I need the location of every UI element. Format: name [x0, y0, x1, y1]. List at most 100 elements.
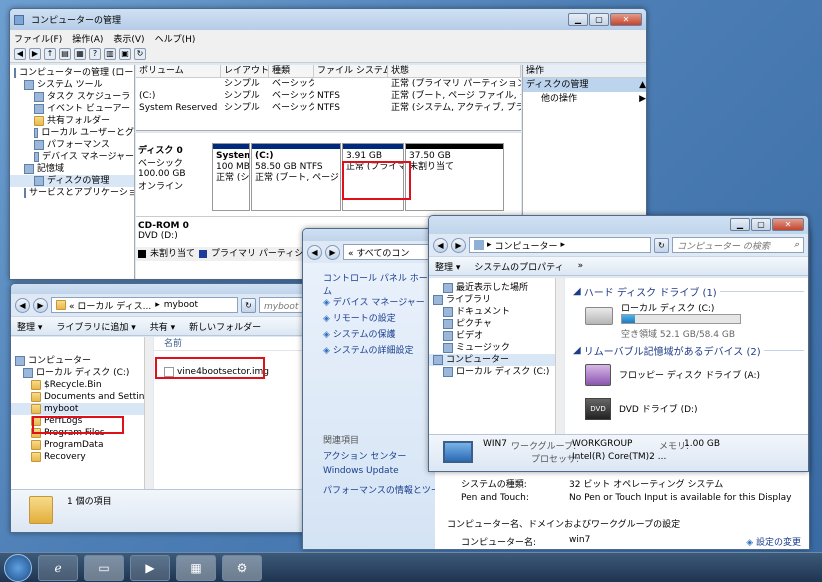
partition-block[interactable]: System100 MB正常 (シ — [212, 143, 250, 211]
tree-item[interactable]: myboot — [11, 403, 152, 415]
partition-block[interactable]: 37.50 GB 未割り当て — [405, 143, 504, 211]
tree-item[interactable]: 最近表示した場所 — [429, 282, 563, 294]
tree-item[interactable]: ディスクの管理 — [10, 175, 134, 187]
command-button[interactable]: 新しいフォルダー — [189, 320, 261, 333]
refresh-button[interactable]: ↻ — [654, 237, 669, 253]
back-button[interactable]: ◀ — [433, 237, 448, 253]
related-link[interactable]: Windows Update — [323, 466, 435, 483]
forward-button[interactable]: ▶ — [451, 237, 466, 253]
tree-item[interactable]: 記憶域 — [10, 163, 134, 175]
related-link[interactable]: アクション センター — [323, 449, 435, 466]
tree-item[interactable]: Recovery — [11, 451, 152, 463]
minimize-button[interactable]: ▁ — [730, 218, 750, 231]
tree-item[interactable]: $Recycle.Bin — [11, 379, 152, 391]
table-row[interactable]: System Reserved シンプル ベーシック NTFS 正常 (システム, アク… — [136, 102, 521, 114]
menu-item-1[interactable]: 操作(A) — [72, 32, 103, 45]
tree-item[interactable]: ローカル ユーザーとグ — [10, 127, 134, 139]
tree-item[interactable]: コンピューターの管理 (ローカ — [10, 67, 134, 79]
partition-block[interactable]: (C:)58.50 GB NTFS正常 (ブート, ページ フ — [251, 143, 341, 211]
back-button[interactable]: ◀ — [307, 244, 322, 260]
back-button[interactable]: ◀ — [15, 297, 30, 313]
cp-task-link[interactable]: ◈ デバイス マネージャー — [323, 295, 435, 311]
tree-item[interactable]: パフォーマンス — [10, 139, 134, 151]
tree-item[interactable]: ライブラリ — [429, 294, 563, 306]
view-icon[interactable]: ▥ — [104, 48, 116, 60]
table-row[interactable]: (C:) シンプル ベーシックNTFS 正常 (ブート, ページ ファイル, クラッ — [136, 90, 521, 102]
refresh-icon[interactable]: ↻ — [134, 48, 146, 60]
command-button[interactable]: 整理 ▾ — [435, 260, 460, 273]
taskbar-computer-management-button[interactable]: ▦ — [176, 554, 216, 581]
column-header[interactable]: ボリューム — [136, 65, 221, 77]
tree-item[interactable]: タスク スケジューラ — [10, 91, 134, 103]
other-actions-item[interactable]: 他の操作 ▶ — [523, 92, 646, 106]
tree-item[interactable]: ミュージック — [429, 342, 563, 354]
comp-search-box[interactable]: コンピューター の検索 ⌕ — [672, 237, 804, 253]
myboot-search-box[interactable]: myboot の検 — [259, 297, 305, 313]
command-button[interactable]: » — [578, 261, 584, 271]
taskbar-explorer-button[interactable]: ▭ — [84, 554, 124, 581]
column-header[interactable]: 種類 — [269, 65, 314, 77]
tree-item[interactable]: イベント ビューアー — [10, 103, 134, 115]
menu-item-0[interactable]: ファイル(F) — [14, 32, 62, 45]
tree-item[interactable]: ビデオ — [429, 330, 563, 342]
command-button[interactable]: 共有 ▾ — [150, 320, 175, 333]
nav-scrollbar[interactable] — [144, 337, 153, 489]
cp-task-link[interactable]: ◈ システムの保護 — [323, 327, 435, 343]
table-row[interactable]: シンプル ベーシック 正常 (プライマリ パーティション) — [136, 78, 521, 90]
column-header[interactable]: 状態 — [388, 65, 521, 77]
menu-item-3[interactable]: ヘルプ(H) — [155, 32, 196, 45]
unallocated-swatch — [138, 250, 146, 258]
column-header[interactable]: ファイル システム — [314, 65, 388, 77]
cm-title-bar[interactable]: コンピューターの管理 ▁ ▢ ✕ — [10, 9, 646, 30]
column-header[interactable]: レイアウト — [221, 65, 269, 77]
forward-icon[interactable]: ▶ — [29, 48, 41, 60]
tree-item[interactable]: サービスとアプリケーショ — [10, 187, 134, 199]
myboot-address-bar[interactable]: « ローカル ディス... ▸ myboot — [51, 297, 238, 313]
actions-section[interactable]: ディスクの管理 ▲ — [523, 78, 646, 92]
forward-button[interactable]: ▶ — [33, 297, 48, 313]
floppy-item[interactable]: フロッピー ディスク ドライブ (A:) — [573, 358, 804, 398]
refresh-button[interactable]: ↻ — [241, 297, 256, 313]
command-button[interactable]: 整理 ▾ — [17, 320, 42, 333]
tree-item[interactable]: コンピューター — [11, 355, 152, 367]
forward-button[interactable]: ▶ — [325, 244, 340, 260]
minimize-button[interactable]: ▁ — [568, 13, 588, 26]
command-button[interactable]: システムのプロパティ — [474, 260, 563, 273]
command-button[interactable]: ライブラリに追加 ▾ — [56, 320, 135, 333]
tree-item[interactable]: コンピューター — [429, 354, 563, 366]
maximize-button[interactable]: ▢ — [751, 218, 771, 231]
export-icon[interactable]: ▣ — [119, 48, 131, 60]
start-button[interactable] — [4, 553, 32, 582]
taskbar-media-button[interactable]: ▶ — [130, 554, 170, 581]
drive-c-item[interactable]: ローカル ディスク (C:) 空き領域 52.1 GB/58.4 GB — [573, 299, 804, 343]
tree-item[interactable]: 共有フォルダー — [10, 115, 134, 127]
help-icon[interactable]: ? — [89, 48, 101, 60]
related-link[interactable]: パフォーマンスの情報とツール — [323, 483, 449, 500]
tree-item[interactable]: ピクチャ — [429, 318, 563, 330]
tree-item[interactable]: ドキュメント — [429, 306, 563, 318]
tree-item[interactable]: システム ツール — [10, 79, 134, 91]
cp-address-bar[interactable]: « すべてのコン — [343, 244, 429, 260]
show-tree-icon[interactable]: ▤ — [59, 48, 71, 60]
tree-item[interactable]: デバイス マネージャー — [10, 151, 134, 163]
tree-item[interactable]: ローカル ディスク (C:) — [429, 366, 563, 378]
properties-icon[interactable]: ▦ — [74, 48, 86, 60]
close-button[interactable]: ✕ — [772, 218, 804, 231]
up-folder-icon[interactable]: ↑ — [44, 48, 56, 60]
cp-task-link[interactable]: ◈ リモートの設定 — [323, 311, 435, 327]
change-settings-link[interactable]: ◈ 設定の変更 — [746, 535, 801, 548]
nav-scrollbar[interactable] — [555, 278, 564, 434]
comp-address-bar[interactable]: ▸ コンピューター ▸ — [469, 237, 651, 253]
taskbar-ie-button[interactable]: ℯ — [38, 554, 78, 581]
menu-item-2[interactable]: 表示(V) — [113, 32, 144, 45]
tree-item[interactable]: Documents and Setting — [11, 391, 152, 403]
cp-home-link[interactable]: コントロール パネル ホーム — [323, 271, 435, 297]
cp-task-link[interactable]: ◈ システムの詳細設定 — [323, 343, 435, 359]
close-button[interactable]: ✕ — [610, 13, 642, 26]
maximize-button[interactable]: ▢ — [589, 13, 609, 26]
tree-item[interactable]: ProgramData — [11, 439, 152, 451]
back-icon[interactable]: ◀ — [14, 48, 26, 60]
dvd-item[interactable]: DVD DVD ドライブ (D:) — [573, 398, 804, 422]
tree-item[interactable]: ローカル ディスク (C:) — [11, 367, 152, 379]
taskbar-control-panel-button[interactable]: ⚙ — [222, 554, 262, 581]
